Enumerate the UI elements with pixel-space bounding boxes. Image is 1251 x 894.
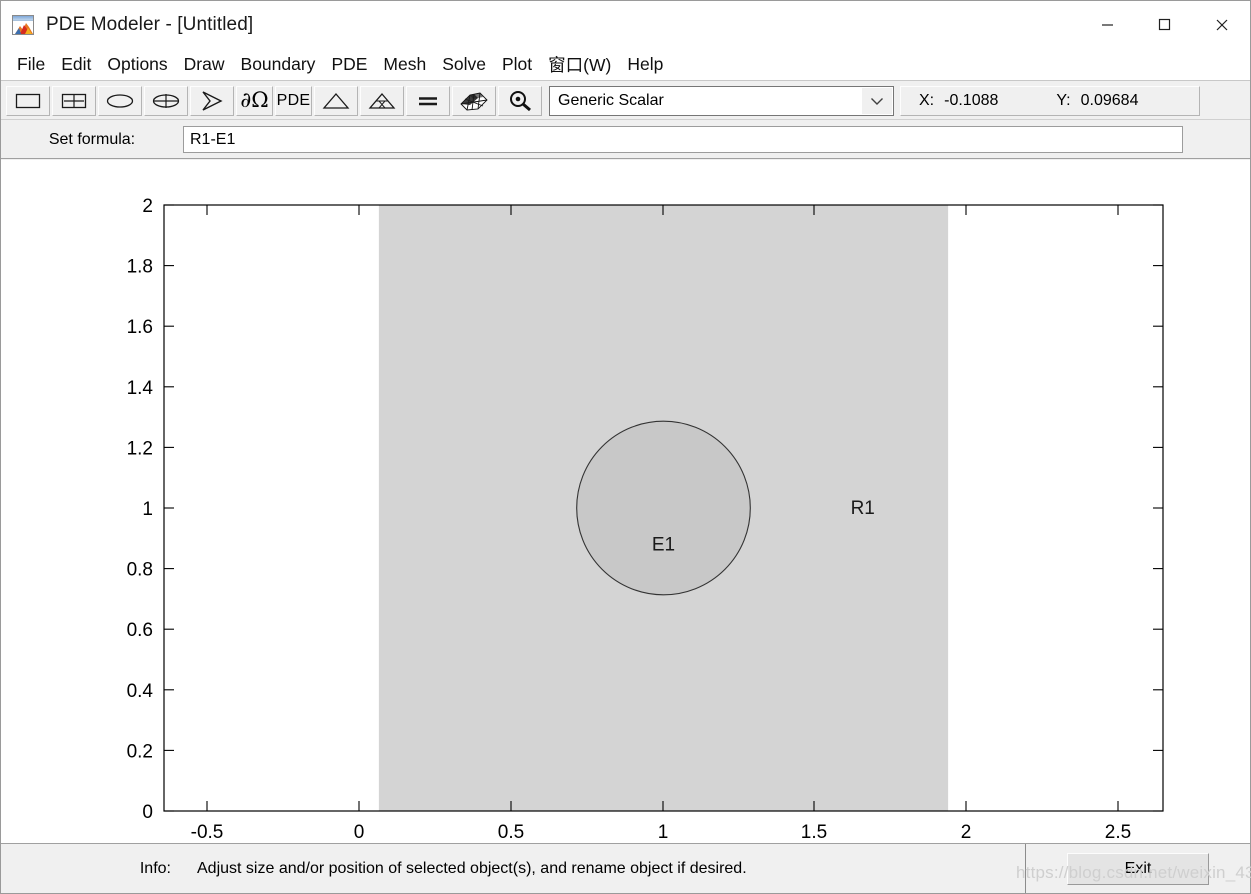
svg-text:1.5: 1.5	[801, 822, 827, 843]
pde-mode-button[interactable]: PDE	[275, 85, 312, 116]
triangle-refine-icon	[368, 92, 396, 109]
status-bar-right: Exit	[1025, 844, 1250, 893]
svg-text:1: 1	[142, 499, 153, 520]
region-e1	[576, 420, 751, 596]
rectangle-icon	[15, 93, 41, 108]
partial-omega-icon: ∂Ω	[240, 88, 269, 112]
refine-mesh-button[interactable]	[360, 85, 404, 116]
menu-item-plot[interactable]: Plot	[494, 52, 540, 77]
region-label-r1: R1	[851, 498, 875, 519]
status-bar: Info: Adjust size and/or position of sel…	[1, 843, 1250, 893]
close-button[interactable]	[1193, 1, 1250, 48]
svg-text:0.6: 0.6	[127, 620, 153, 641]
menu-item-file[interactable]: File	[9, 52, 53, 77]
set-formula-input[interactable]: R1-E1	[183, 126, 1183, 153]
y-coordinate-value: 0.09684	[1080, 91, 1139, 109]
info-message: Adjust size and/or position of selected …	[197, 859, 747, 877]
polygon-icon	[202, 90, 223, 111]
ellipse-centered-icon	[152, 93, 180, 108]
menu-item-pde[interactable]: PDE	[323, 52, 375, 77]
x-coordinate-label: X:	[919, 91, 935, 109]
initialize-mesh-button[interactable]	[314, 85, 358, 116]
magnifier-icon	[510, 90, 531, 111]
draw-ellipse-centered-button[interactable]	[144, 85, 188, 116]
window-title: PDE Modeler - [Untitled]	[46, 13, 254, 35]
menu-item-boundary[interactable]: Boundary	[233, 52, 324, 77]
title-bar: PDE Modeler - [Untitled]	[1, 1, 1250, 48]
svg-text:2: 2	[961, 822, 972, 843]
menu-item-draw[interactable]: Draw	[176, 52, 233, 77]
svg-text:0.4: 0.4	[127, 681, 154, 702]
draw-polygon-button[interactable]	[190, 85, 234, 116]
application-mode-value: Generic Scalar	[558, 91, 664, 109]
svg-text:1.2: 1.2	[127, 438, 153, 459]
surface-plot-icon	[460, 92, 488, 110]
pde-modeler-window: PDE Modeler - [Untitled] File Edit Optio…	[0, 0, 1251, 894]
menu-item-edit[interactable]: Edit	[53, 52, 99, 77]
ellipse-icon	[106, 93, 134, 108]
menu-item-mesh[interactable]: Mesh	[375, 52, 434, 77]
svg-text:1: 1	[658, 822, 669, 843]
draw-ellipse-button[interactable]	[98, 85, 142, 116]
menu-item-solve[interactable]: Solve	[434, 52, 494, 77]
x-coordinate-value: -0.1088	[944, 91, 999, 109]
svg-text:0.2: 0.2	[127, 741, 153, 762]
triangle-mesh-icon	[322, 92, 350, 109]
toolbar: ∂Ω PDE Generic Scalar X: -0.1088 Y: 0.09…	[1, 82, 1250, 120]
formula-bar: Set formula: R1-E1	[1, 121, 1250, 159]
plot-solution-button[interactable]	[452, 85, 496, 116]
window-controls	[1079, 1, 1250, 48]
geometry-canvas[interactable]: 2 1.8 1.6 1.4 1.2 1 0.8 0.6 0.4 0.2 0 -0…	[1, 160, 1250, 843]
pde-text-icon: PDE	[276, 91, 311, 109]
svg-text:0.8: 0.8	[127, 560, 153, 581]
matlab-membrane-icon	[12, 14, 34, 35]
svg-text:1.8: 1.8	[127, 257, 153, 278]
solve-pde-button[interactable]	[406, 85, 450, 116]
maximize-button[interactable]	[1136, 1, 1193, 48]
menu-item-window[interactable]: 窗口(W)	[540, 50, 619, 79]
set-formula-label: Set formula:	[48, 130, 136, 148]
menu-item-help[interactable]: Help	[619, 52, 671, 77]
svg-text:0: 0	[354, 822, 365, 843]
rectangle-centered-icon	[61, 93, 87, 108]
svg-text:2: 2	[142, 196, 153, 217]
svg-text:0: 0	[142, 802, 153, 823]
application-mode-select[interactable]: Generic Scalar	[549, 85, 894, 116]
region-label-e1: E1	[652, 534, 675, 555]
y-coordinate-label: Y:	[1056, 91, 1071, 109]
draw-rectangle-centered-button[interactable]	[52, 85, 96, 116]
svg-text:2.5: 2.5	[1105, 822, 1131, 843]
equals-icon	[419, 96, 437, 105]
menu-item-options[interactable]: Options	[99, 52, 175, 77]
plot-svg: 2 1.8 1.6 1.4 1.2 1 0.8 0.6 0.4 0.2 0 -0…	[1, 160, 1250, 843]
draw-rectangle-button[interactable]	[6, 85, 50, 116]
minimize-button[interactable]	[1079, 1, 1136, 48]
chevron-down-icon[interactable]	[862, 87, 892, 114]
info-label: Info:	[139, 859, 171, 877]
svg-text:-0.5: -0.5	[191, 822, 224, 843]
coordinate-display: X: -0.1088 Y: 0.09684	[900, 85, 1200, 116]
boundary-mode-button[interactable]: ∂Ω	[236, 85, 273, 116]
svg-text:1.4: 1.4	[127, 378, 154, 399]
pde-geometry-plot: 2 1.8 1.6 1.4 1.2 1 0.8 0.6 0.4 0.2 0 -0…	[1, 160, 1250, 843]
exit-button[interactable]: Exit	[1067, 852, 1209, 885]
zoom-button[interactable]	[498, 85, 542, 116]
svg-text:0.5: 0.5	[498, 822, 524, 843]
menu-bar: File Edit Options Draw Boundary PDE Mesh…	[1, 48, 1250, 81]
svg-text:1.6: 1.6	[127, 317, 153, 338]
